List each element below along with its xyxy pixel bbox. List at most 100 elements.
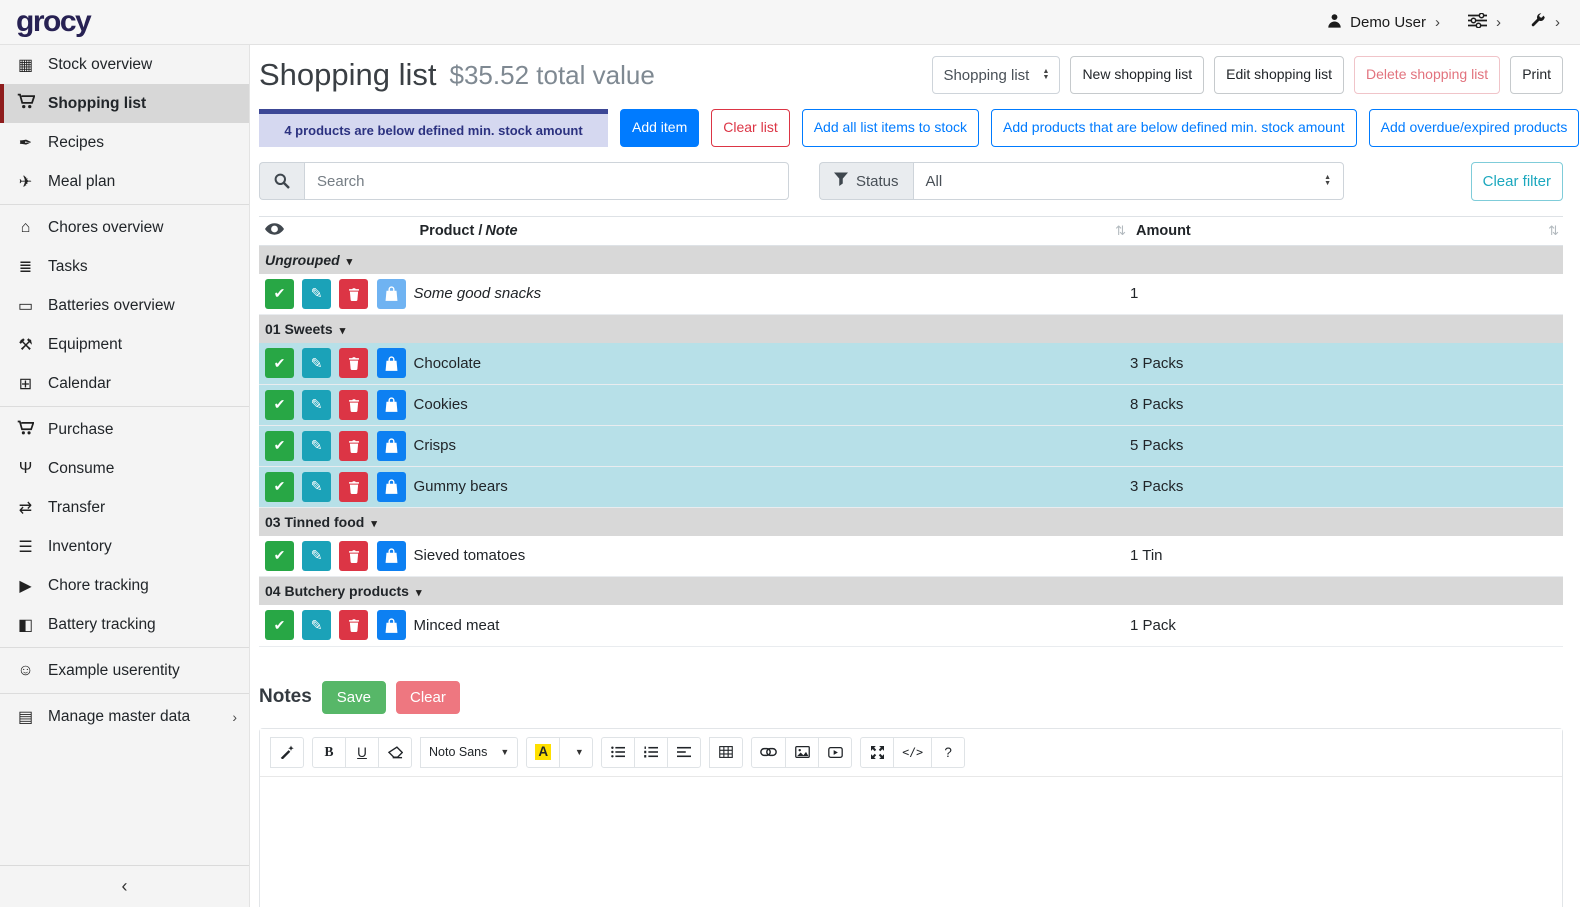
add-to-stock-button[interactable]	[377, 431, 406, 461]
clear-list-button[interactable]: Clear list	[711, 109, 789, 147]
task-list-icon: ≣	[15, 257, 36, 277]
insert-link-button[interactable]	[751, 737, 786, 768]
add-all-to-stock-button[interactable]: Add all list items to stock	[802, 109, 979, 147]
table-row: ✔ ✎ Sieved tomatoes 1 Tin	[259, 536, 1563, 577]
sidebar-item-manage-master-data[interactable]: ▤ Manage master data ›	[0, 697, 249, 736]
add-to-stock-button[interactable]	[377, 610, 406, 640]
product-name: Crisps	[414, 425, 1130, 466]
font-color-button[interactable]: A	[526, 737, 560, 768]
add-overdue-button[interactable]: Add overdue/expired products	[1369, 109, 1580, 147]
underline-button[interactable]: U	[345, 737, 379, 768]
help-button[interactable]: ?	[931, 737, 965, 768]
page-title: Shopping list	[259, 57, 437, 93]
insert-picture-button[interactable]	[785, 737, 819, 768]
add-item-button[interactable]: Add item	[620, 109, 699, 147]
boxes-icon: ▦	[15, 55, 36, 75]
print-button[interactable]: Print	[1510, 56, 1563, 94]
mark-done-button[interactable]: ✔	[265, 348, 294, 378]
shopping-list-select[interactable]: Shopping list ▲▼	[932, 56, 1060, 94]
amount-value: 1	[1130, 274, 1563, 315]
sidebar-item-consume[interactable]: Ψ Consume	[0, 449, 249, 488]
edit-item-button[interactable]: ✎	[302, 431, 331, 461]
sidebar-divider	[0, 693, 249, 694]
eraser-icon[interactable]	[378, 737, 412, 768]
mark-done-button[interactable]: ✔	[265, 472, 294, 502]
status-filter-label: Status	[819, 162, 913, 200]
font-color-dropdown[interactable]: ▼	[559, 737, 593, 768]
new-shopping-list-button[interactable]: New shopping list	[1070, 56, 1204, 94]
code-view-button[interactable]: </>	[893, 737, 932, 768]
mark-done-button[interactable]: ✔	[265, 541, 294, 571]
delete-item-button[interactable]	[339, 390, 368, 420]
add-below-min-button[interactable]: Add products that are below defined min.…	[991, 109, 1357, 147]
sidebar-item-stock-overview[interactable]: ▦ Stock overview	[0, 45, 249, 84]
sidebar-item-chore-tracking[interactable]: ▶ Chore tracking	[0, 566, 249, 605]
insert-table-button[interactable]	[709, 737, 743, 768]
clear-filter-button[interactable]: Clear filter	[1471, 162, 1563, 201]
status-select[interactable]: All ▲▼	[913, 162, 1344, 200]
insert-video-button[interactable]	[818, 737, 852, 768]
notes-editor[interactable]	[260, 777, 1562, 907]
add-to-stock-button[interactable]	[377, 279, 406, 309]
app-logo[interactable]: grocy	[16, 7, 90, 37]
edit-item-button[interactable]: ✎	[302, 390, 331, 420]
sidebar-item-shopping-list[interactable]: Shopping list	[0, 84, 249, 123]
sidebar-item-transfer[interactable]: ⇄ Transfer	[0, 488, 249, 527]
user-menu[interactable]: Demo User ›	[1327, 13, 1440, 32]
sidebar-item-inventory[interactable]: ☰ Inventory	[0, 527, 249, 566]
paragraph-align-button[interactable]	[667, 737, 701, 768]
amount-value: 8 Packs	[1130, 384, 1563, 425]
delete-item-button[interactable]	[339, 431, 368, 461]
edit-item-button[interactable]: ✎	[302, 279, 331, 309]
bold-button[interactable]: B	[312, 737, 346, 768]
mark-done-button[interactable]: ✔	[265, 610, 294, 640]
unordered-list-button[interactable]	[601, 737, 635, 768]
sidebar-item-recipes[interactable]: ✒ Recipes	[0, 123, 249, 162]
delete-item-button[interactable]	[339, 472, 368, 502]
add-to-stock-button[interactable]	[377, 390, 406, 420]
ordered-list-button[interactable]	[634, 737, 668, 768]
sidebar-item-calendar[interactable]: ⊞ Calendar	[0, 364, 249, 403]
sidebar-item-equipment[interactable]: ⚒ Equipment	[0, 325, 249, 364]
delete-item-button[interactable]	[339, 279, 368, 309]
font-family-select[interactable]: Noto Sans▼	[420, 737, 518, 768]
toggle-done-visibility-eye-icon[interactable]	[265, 223, 284, 239]
mark-done-button[interactable]: ✔	[265, 279, 294, 309]
group-header-ungrouped[interactable]: Ungrouped▾	[259, 245, 1563, 274]
delete-item-button[interactable]	[339, 541, 368, 571]
style-magic-button[interactable]	[270, 737, 304, 768]
edit-shopping-list-button[interactable]: Edit shopping list	[1214, 56, 1344, 94]
sidebar-collapse-button[interactable]: ‹	[0, 865, 249, 907]
settings-menu[interactable]: ›	[1468, 13, 1501, 32]
add-to-stock-button[interactable]	[377, 541, 406, 571]
edit-item-button[interactable]: ✎	[302, 348, 331, 378]
search-input[interactable]	[304, 162, 789, 200]
sidebar-item-tasks[interactable]: ≣ Tasks	[0, 247, 249, 286]
fullscreen-button[interactable]	[860, 737, 894, 768]
caret-down-icon: ▾	[340, 325, 346, 337]
delete-shopping-list-button[interactable]: Delete shopping list	[1354, 56, 1500, 94]
sidebar-item-chores-overview[interactable]: ⌂ Chores overview	[0, 208, 249, 247]
delete-item-button[interactable]	[339, 610, 368, 640]
sidebar-item-batteries-overview[interactable]: ▭ Batteries overview	[0, 286, 249, 325]
sidebar-item-battery-tracking[interactable]: ◧ Battery tracking	[0, 605, 249, 644]
edit-item-button[interactable]: ✎	[302, 541, 331, 571]
sidebar-item-example-userentity[interactable]: ☺ Example userentity	[0, 651, 249, 690]
sidebar-item-purchase[interactable]: Purchase	[0, 410, 249, 449]
notes-save-button[interactable]: Save	[322, 681, 386, 714]
sort-icon[interactable]: ⇅	[1115, 223, 1126, 239]
delete-item-button[interactable]	[339, 348, 368, 378]
add-to-stock-button[interactable]	[377, 472, 406, 502]
group-header-sweets[interactable]: 01 Sweets▾	[259, 315, 1563, 344]
edit-item-button[interactable]: ✎	[302, 472, 331, 502]
group-header-butchery-products[interactable]: 04 Butchery products▾	[259, 577, 1563, 606]
add-to-stock-button[interactable]	[377, 348, 406, 378]
edit-item-button[interactable]: ✎	[302, 610, 331, 640]
sidebar-item-meal-plan[interactable]: ✈ Meal plan	[0, 162, 249, 201]
sort-icon[interactable]: ⇅	[1548, 223, 1559, 239]
mark-done-button[interactable]: ✔	[265, 431, 294, 461]
group-header-tinned-food[interactable]: 03 Tinned food▾	[259, 507, 1563, 536]
notes-clear-button[interactable]: Clear	[396, 681, 460, 714]
admin-menu[interactable]: ›	[1529, 12, 1560, 33]
mark-done-button[interactable]: ✔	[265, 390, 294, 420]
